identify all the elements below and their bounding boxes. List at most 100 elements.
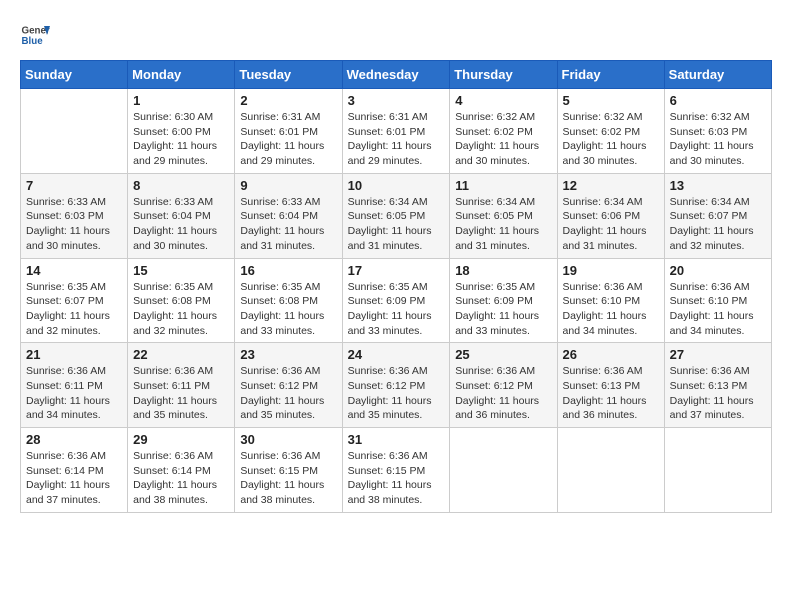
calendar-cell: 19 Sunrise: 6:36 AMSunset: 6:10 PMDayligh… [557,258,664,343]
calendar-cell: 7 Sunrise: 6:33 AMSunset: 6:03 PMDaylight… [21,173,128,258]
calendar-cell: 12Sunrise: 6:34 AMSunset: 6:06 PMDayligh… [557,173,664,258]
day-number: 1 [133,93,229,108]
day-number: 29 [133,432,229,447]
calendar-cell: 1 Sunrise: 6:30 AMSunset: 6:00 PMDaylight… [128,89,235,174]
day-info: Sunrise: 6:34 AMSunset: 6:07 PMDaylight:… [670,195,766,254]
day-info: Sunrise: 6:34 AMSunset: 6:06 PMDaylight:… [563,195,659,254]
weekday-header: Friday [557,61,664,89]
svg-text:Blue: Blue [22,36,44,47]
day-info: Sunrise: 6:36 AMSunset: 6:12 PMDaylight:… [240,364,336,423]
day-number: 2 [240,93,336,108]
calendar-cell: 2Sunrise: 6:31 AMSunset: 6:01 PMDaylight… [235,89,342,174]
day-info: Sunrise: 6:36 AMSunset: 6:13 PMDaylight:… [670,364,766,423]
weekday-header: Sunday [21,61,128,89]
day-info: Sunrise: 6:35 AMSunset: 6:08 PMDaylight:… [133,280,229,339]
day-number: 14 [26,263,122,278]
day-info: Sunrise: 6:35 AMSunset: 6:09 PMDaylight:… [455,280,551,339]
calendar-cell [450,428,557,513]
day-number: 6 [670,93,766,108]
calendar-header: SundayMondayTuesdayWednesdayThursdayFrid… [21,61,772,89]
calendar-cell: 23 Sunrise: 6:36 AMSunset: 6:12 PMDayligh… [235,343,342,428]
day-number: 17 [348,263,445,278]
calendar-cell: 3 Sunrise: 6:31 AMSunset: 6:01 PMDaylight… [342,89,450,174]
day-info: Sunrise: 6:35 AMSunset: 6:09 PMDaylight:… [348,280,445,339]
calendar-cell [557,428,664,513]
calendar-cell: 17 Sunrise: 6:35 AMSunset: 6:09 PMDayligh… [342,258,450,343]
day-info: Sunrise: 6:36 AMSunset: 6:11 PMDaylight:… [133,364,229,423]
weekday-header: Monday [128,61,235,89]
day-number: 30 [240,432,336,447]
weekday-header: Thursday [450,61,557,89]
day-number: 26 [563,347,659,362]
day-info: Sunrise: 6:36 AMSunset: 6:11 PMDaylight:… [26,364,122,423]
calendar-cell: 27 Sunrise: 6:36 AMSunset: 6:13 PMDayligh… [664,343,771,428]
calendar-cell: 5 Sunrise: 6:32 AMSunset: 6:02 PMDaylight… [557,89,664,174]
day-number: 8 [133,178,229,193]
calendar-cell: 21 Sunrise: 6:36 AMSunset: 6:11 PMDayligh… [21,343,128,428]
calendar-cell: 4 Sunrise: 6:32 AMSunset: 6:02 PMDaylight… [450,89,557,174]
day-info: Sunrise: 6:35 AMSunset: 6:08 PMDaylight:… [240,280,336,339]
page-header: General Blue [20,20,772,50]
calendar-cell: 13 Sunrise: 6:34 AMSunset: 6:07 PMDayligh… [664,173,771,258]
logo-icon: General Blue [20,20,50,50]
calendar-cell: 26 Sunrise: 6:36 AMSunset: 6:13 PMDayligh… [557,343,664,428]
calendar-cell: 20 Sunrise: 6:36 AMSunset: 6:10 PMDayligh… [664,258,771,343]
day-number: 5 [563,93,659,108]
day-info: Sunrise: 6:33 AMSunset: 6:04 PMDaylight:… [133,195,229,254]
day-number: 7 [26,178,122,193]
day-info: Sunrise: 6:36 AMSunset: 6:12 PMDaylight:… [348,364,445,423]
day-info: Sunrise: 6:33 AMSunset: 6:03 PMDaylight:… [26,195,122,254]
calendar-cell: 30 Sunrise: 6:36 AMSunset: 6:15 PMDayligh… [235,428,342,513]
day-number: 24 [348,347,445,362]
day-number: 20 [670,263,766,278]
calendar-cell: 16 Sunrise: 6:35 AMSunset: 6:08 PMDayligh… [235,258,342,343]
day-number: 16 [240,263,336,278]
day-info: Sunrise: 6:36 AMSunset: 6:10 PMDaylight:… [670,280,766,339]
day-number: 3 [348,93,445,108]
day-info: Sunrise: 6:33 AMSunset: 6:04 PMDaylight:… [240,195,336,254]
day-info: Sunrise: 6:31 AMSunset: 6:01 PMDaylight:… [348,110,445,169]
day-number: 18 [455,263,551,278]
weekday-header: Saturday [664,61,771,89]
weekday-header: Tuesday [235,61,342,89]
day-info: Sunrise: 6:32 AMSunset: 6:03 PMDaylight:… [670,110,766,169]
calendar-cell: 15Sunrise: 6:35 AMSunset: 6:08 PMDayligh… [128,258,235,343]
logo: General Blue [20,20,50,50]
calendar-cell: 29 Sunrise: 6:36 AMSunset: 6:14 PMDayligh… [128,428,235,513]
day-info: Sunrise: 6:35 AMSunset: 6:07 PMDaylight:… [26,280,122,339]
day-info: Sunrise: 6:36 AMSunset: 6:15 PMDaylight:… [240,449,336,508]
calendar-cell: 18 Sunrise: 6:35 AMSunset: 6:09 PMDayligh… [450,258,557,343]
day-number: 9 [240,178,336,193]
day-number: 10 [348,178,445,193]
day-info: Sunrise: 6:32 AMSunset: 6:02 PMDaylight:… [563,110,659,169]
calendar-cell: 11Sunrise: 6:34 AMSunset: 6:05 PMDayligh… [450,173,557,258]
day-info: Sunrise: 6:34 AMSunset: 6:05 PMDaylight:… [348,195,445,254]
day-number: 21 [26,347,122,362]
day-number: 27 [670,347,766,362]
calendar-cell: 10 Sunrise: 6:34 AMSunset: 6:05 PMDayligh… [342,173,450,258]
day-number: 11 [455,178,551,193]
day-info: Sunrise: 6:36 AMSunset: 6:14 PMDaylight:… [133,449,229,508]
day-number: 13 [670,178,766,193]
calendar-cell: 31 Sunrise: 6:36 AMSunset: 6:15 PMDayligh… [342,428,450,513]
day-number: 31 [348,432,445,447]
day-info: Sunrise: 6:36 AMSunset: 6:12 PMDaylight:… [455,364,551,423]
day-info: Sunrise: 6:36 AMSunset: 6:15 PMDaylight:… [348,449,445,508]
day-number: 23 [240,347,336,362]
day-number: 4 [455,93,551,108]
calendar-table: SundayMondayTuesdayWednesdayThursdayFrid… [20,60,772,513]
day-info: Sunrise: 6:36 AMSunset: 6:13 PMDaylight:… [563,364,659,423]
day-number: 25 [455,347,551,362]
day-info: Sunrise: 6:32 AMSunset: 6:02 PMDaylight:… [455,110,551,169]
calendar-cell: 6 Sunrise: 6:32 AMSunset: 6:03 PMDaylight… [664,89,771,174]
calendar-cell: 25 Sunrise: 6:36 AMSunset: 6:12 PMDayligh… [450,343,557,428]
day-number: 19 [563,263,659,278]
day-info: Sunrise: 6:36 AMSunset: 6:14 PMDaylight:… [26,449,122,508]
day-number: 22 [133,347,229,362]
calendar-cell: 24 Sunrise: 6:36 AMSunset: 6:12 PMDayligh… [342,343,450,428]
calendar-cell [664,428,771,513]
calendar-cell [21,89,128,174]
day-info: Sunrise: 6:30 AMSunset: 6:00 PMDaylight:… [133,110,229,169]
day-info: Sunrise: 6:36 AMSunset: 6:10 PMDaylight:… [563,280,659,339]
day-number: 28 [26,432,122,447]
